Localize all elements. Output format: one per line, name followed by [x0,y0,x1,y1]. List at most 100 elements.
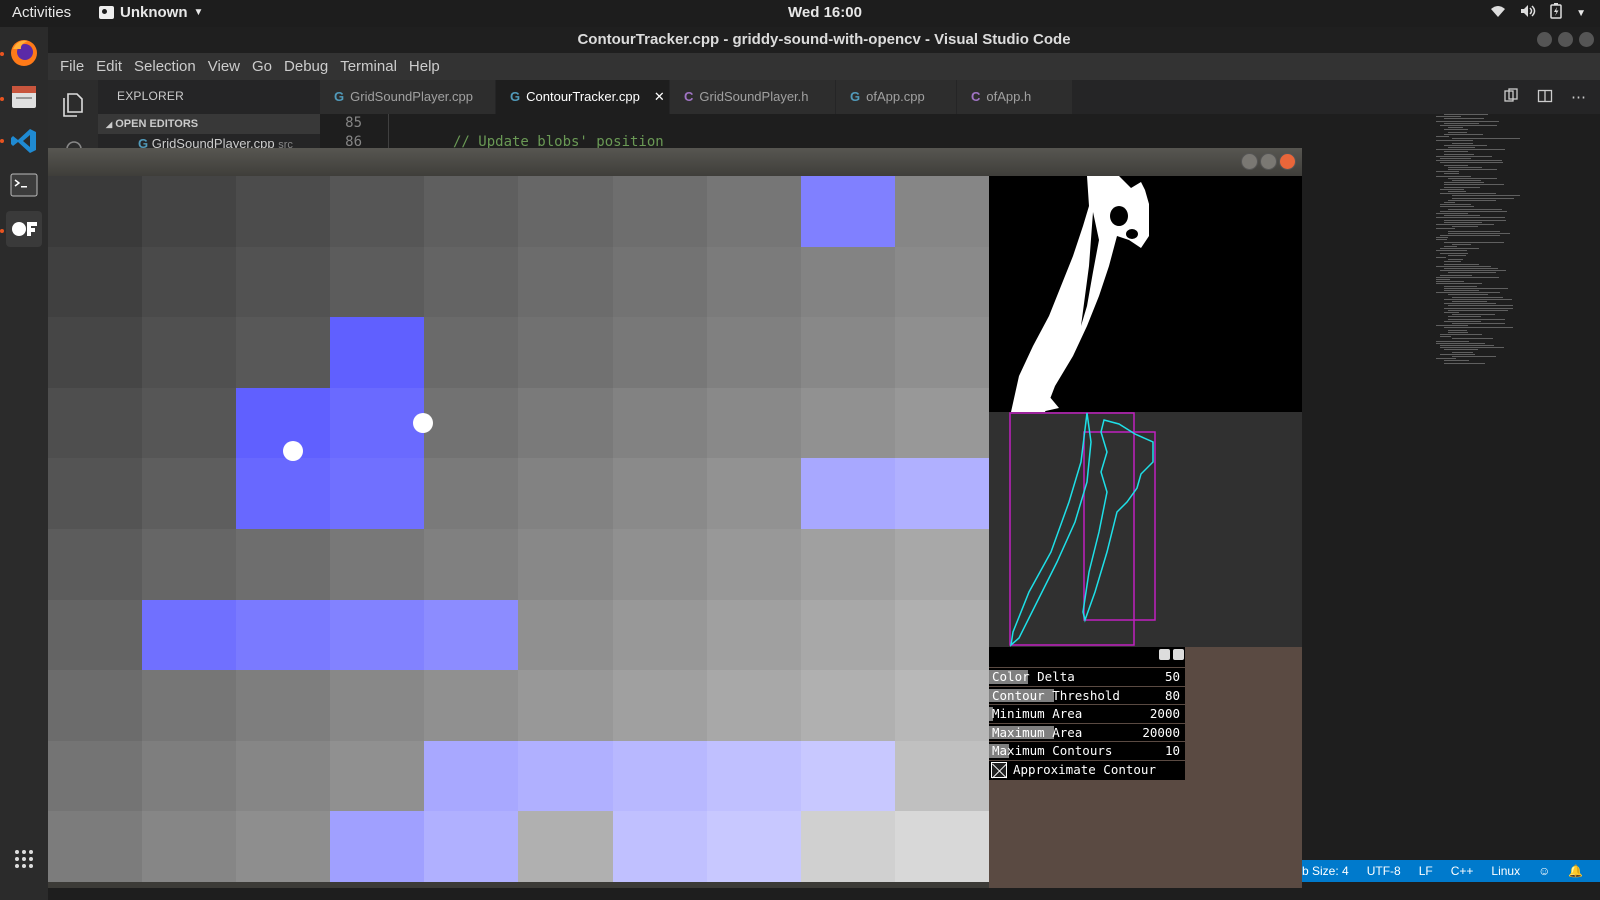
grid-cell[interactable] [330,387,425,459]
grid-cell[interactable] [236,176,331,247]
grid-cell[interactable] [612,740,707,812]
grid-cell[interactable] [518,811,613,882]
grid-cell[interactable] [236,599,331,671]
grid-cell[interactable] [142,246,237,318]
grid-cell[interactable] [800,246,895,318]
grid-cell[interactable] [330,599,425,671]
grid-cell[interactable] [518,528,613,600]
tab-gridsoundplayer-h[interactable]: C GridSoundPlayer.h [670,80,836,114]
grid-cell[interactable] [612,176,707,247]
language-indicator[interactable]: C++ [1451,860,1474,882]
grid-cell[interactable] [706,670,801,741]
grid-cell[interactable] [894,317,989,388]
grid-cell[interactable] [706,740,801,812]
grid-cell[interactable] [330,246,425,318]
menu-edit[interactable]: Edit [90,53,128,80]
grid-cell[interactable] [800,599,895,671]
checkbox[interactable] [991,762,1007,778]
grid-cell[interactable] [424,317,519,388]
grid-cell[interactable] [706,317,801,388]
approximate-contour-toggle[interactable]: Approximate Contour [989,759,1185,780]
grid-cell[interactable] [330,176,425,247]
grid-cell[interactable] [424,176,519,247]
system-tray[interactable]: ▼ [1490,3,1586,23]
menu-selection[interactable]: Selection [128,53,202,80]
grid-cell[interactable] [142,176,237,247]
grid-cell[interactable] [424,670,519,741]
grid-cell[interactable] [612,458,707,529]
grid-cell[interactable] [424,387,519,459]
os-indicator[interactable]: Linux [1491,860,1520,882]
encoding-indicator[interactable]: UTF-8 [1367,860,1401,882]
grid-cell[interactable] [142,599,237,671]
grid-cell[interactable] [142,387,237,459]
maximum-area-slider[interactable]: Maximum Area 20000 [989,722,1185,741]
close-tab-icon[interactable]: ✕ [654,80,665,114]
grid-cell[interactable] [894,458,989,529]
grid-cell[interactable] [612,387,707,459]
grid-cell[interactable] [236,740,331,812]
reload-icon[interactable] [1159,649,1170,660]
minimap[interactable] [1430,114,1600,864]
grid-cell[interactable] [424,740,519,812]
grid-cell[interactable] [612,246,707,318]
grid-cell[interactable] [706,176,801,247]
grid-cell[interactable] [706,528,801,600]
menu-file[interactable]: File [54,53,90,80]
grid-cell[interactable] [894,246,989,318]
grid-cell[interactable] [48,458,143,529]
grid-cell[interactable] [48,176,143,247]
app-grid-icon[interactable] [6,841,42,877]
grid-cell[interactable] [894,599,989,671]
menu-debug[interactable]: Debug [278,53,334,80]
grid-cell[interactable] [424,246,519,318]
grid-cell[interactable] [48,528,143,600]
grid-cell[interactable] [142,740,237,812]
grid-cell[interactable] [330,317,425,388]
grid-cell[interactable] [236,528,331,600]
grid-cell[interactable] [894,528,989,600]
open-editors-section[interactable]: ◢ OPEN EDITORS [98,114,320,134]
firefox-icon[interactable] [6,35,42,71]
grid-cell[interactable] [142,317,237,388]
feedback-smiley-icon[interactable]: ☺ [1538,860,1550,882]
grid-cell[interactable] [706,811,801,882]
grid-cell[interactable] [424,528,519,600]
grid-cell[interactable] [518,670,613,741]
close-button[interactable] [1579,32,1594,47]
split-editor-icon[interactable] [1537,88,1553,108]
grid-cell[interactable] [612,811,707,882]
grid-cell[interactable] [142,811,237,882]
grid-cell[interactable] [518,317,613,388]
tab-ofapp-cpp[interactable]: G ofApp.cpp [836,80,957,114]
grid-cell[interactable] [142,670,237,741]
grid-cell[interactable] [894,387,989,459]
grid-cell[interactable] [330,811,425,882]
grid-cell[interactable] [236,811,331,882]
grid-cell[interactable] [236,246,331,318]
terminal-icon[interactable] [6,167,42,203]
grid-cell[interactable] [706,458,801,529]
grid-cell[interactable] [236,317,331,388]
grid-cell[interactable] [424,458,519,529]
maximum-contours-slider[interactable]: Maximum Contours 10 [989,741,1185,760]
vscode-icon[interactable] [6,123,42,159]
grid-cell[interactable] [142,458,237,529]
grid-cell[interactable] [518,387,613,459]
grid-cell[interactable] [142,528,237,600]
tab-ofapp-h[interactable]: C ofApp.h [957,80,1073,114]
grid-cell[interactable] [236,670,331,741]
save-icon[interactable] [1173,649,1184,660]
grid-cell[interactable] [800,317,895,388]
grid-cell[interactable] [518,599,613,671]
grid-cell[interactable] [706,599,801,671]
grid-cell[interactable] [894,811,989,882]
maximize-button[interactable] [1558,32,1573,47]
grid-cell[interactable] [330,740,425,812]
grid-cell[interactable] [894,670,989,741]
grid-cell[interactable] [48,387,143,459]
tab-gridsoundplayer-cpp[interactable]: G GridSoundPlayer.cpp [320,80,496,114]
grid-cell[interactable] [48,317,143,388]
grid-cell[interactable] [518,458,613,529]
color-delta-slider[interactable]: Color Delta 50 [989,667,1185,686]
